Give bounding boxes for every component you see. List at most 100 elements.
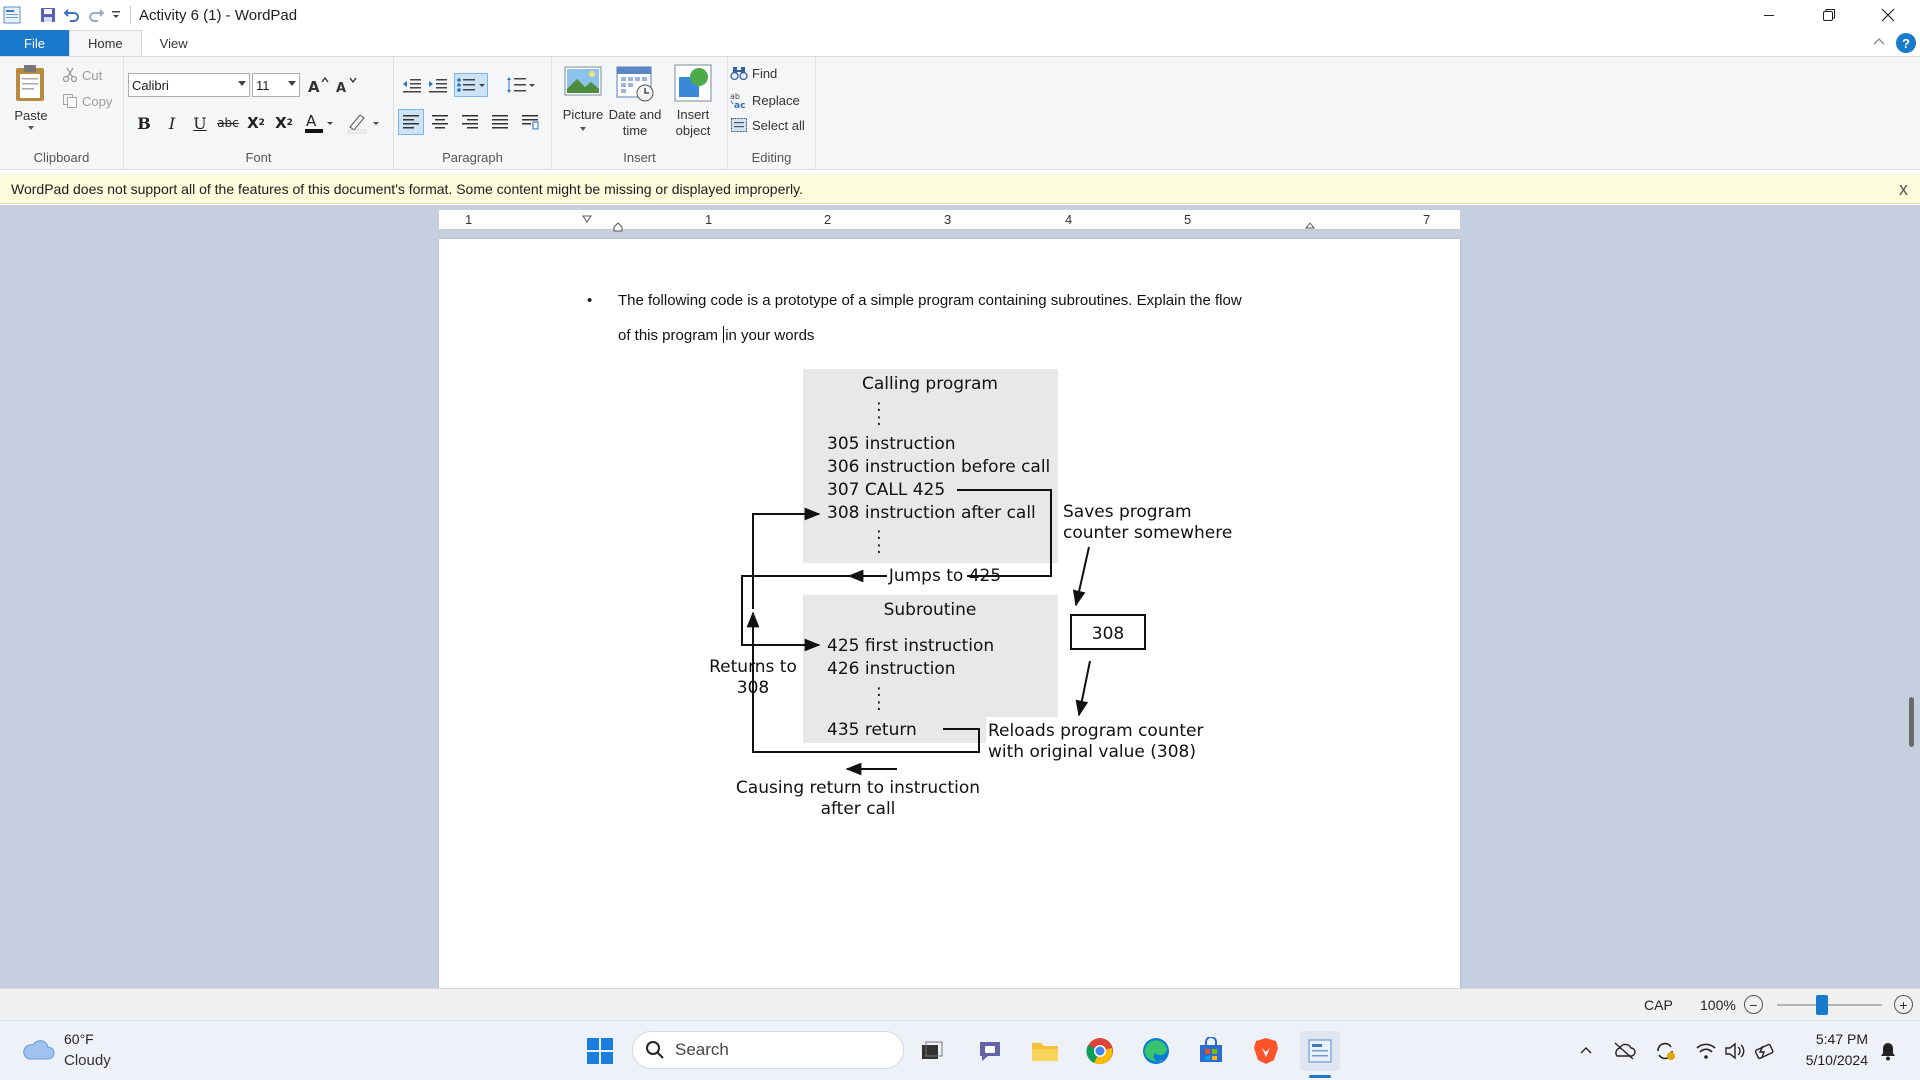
vertical-scrollbar-thumb[interactable] — [1909, 697, 1914, 747]
wordpad-taskbar-icon[interactable] — [1300, 1031, 1340, 1071]
customize-toolbar-icon[interactable] — [108, 3, 124, 27]
zoom-slider-thumb[interactable] — [1816, 995, 1829, 1015]
minimize-button[interactable] — [1741, 0, 1797, 30]
returns-label-line2: 308 — [737, 678, 769, 698]
clock-time[interactable]: 5:47 PM — [1800, 1031, 1868, 1047]
superscript-button[interactable]: X2 — [272, 111, 296, 135]
decrease-indent-button[interactable] — [400, 73, 424, 97]
underline-button[interactable]: U — [188, 111, 212, 135]
paragraph-settings-button[interactable] — [518, 110, 542, 134]
document-line: The following code is a prototype of a s… — [618, 292, 1242, 309]
bold-button[interactable]: B — [132, 111, 156, 135]
shrink-font-button[interactable]: A — [334, 73, 358, 97]
file-explorer-icon[interactable] — [1025, 1031, 1065, 1071]
battery-charging-icon[interactable] — [1753, 1039, 1777, 1063]
taskbar: 60°F Cloudy Search 5:47 PM 5/10/2024 — [0, 1020, 1920, 1080]
windows-start-icon[interactable] — [580, 1031, 620, 1071]
redo-icon[interactable] — [84, 3, 108, 27]
zoom-in-button[interactable]: + — [1894, 995, 1913, 1014]
chrome-icon[interactable] — [1080, 1031, 1120, 1071]
bullets-button[interactable] — [454, 73, 488, 97]
picture-icon — [563, 63, 603, 103]
text-color-button[interactable]: A — [304, 111, 334, 135]
increase-indent-button[interactable] — [426, 73, 450, 97]
notifications-bell-icon[interactable] — [1876, 1039, 1900, 1063]
document-body[interactable]: The following code is a prototype of a s… — [618, 283, 1338, 353]
align-left-icon — [403, 115, 419, 129]
font-family-select[interactable]: Calibri — [128, 73, 250, 97]
reloads-label-line1: Reloads program counter — [988, 721, 1203, 741]
align-center-button[interactable] — [428, 110, 452, 134]
cloud-icon[interactable] — [20, 1035, 56, 1068]
select-all-button[interactable]: Select all — [730, 117, 805, 133]
restore-button[interactable] — [1801, 0, 1857, 30]
wifi-icon[interactable] — [1694, 1039, 1718, 1063]
font-size-select[interactable]: 11 — [252, 73, 300, 97]
copy-button[interactable]: Copy — [62, 93, 112, 109]
volume-icon[interactable] — [1723, 1039, 1747, 1063]
insert-datetime-button[interactable]: Date and time — [608, 63, 662, 139]
cut-button[interactable]: Cut — [62, 67, 102, 83]
svg-text:A: A — [306, 112, 317, 130]
tab-file[interactable]: File — [0, 30, 69, 56]
collapse-ribbon-icon[interactable] — [1872, 35, 1886, 52]
wordpad-app-icon[interactable] — [0, 3, 24, 27]
hanging-indent-marker[interactable] — [613, 220, 623, 235]
ruler-number: 3 — [944, 212, 952, 227]
insert-object-button[interactable]: Insert object — [666, 63, 720, 139]
align-right-button[interactable] — [458, 110, 482, 134]
right-indent-marker[interactable] — [1304, 220, 1316, 235]
taskbar-search-input[interactable]: Search — [632, 1031, 904, 1069]
subscript-button[interactable]: X2 — [244, 111, 268, 135]
help-icon[interactable]: ? — [1896, 33, 1916, 53]
datetime-label-line1: Date and — [608, 107, 662, 122]
italic-button[interactable]: I — [160, 111, 184, 135]
diagram-line-306: 306 instruction before call — [827, 457, 1050, 477]
paste-dropdown-icon[interactable] — [28, 126, 34, 130]
line-spacing-button[interactable] — [504, 73, 538, 97]
zoom-out-button[interactable]: − — [1744, 995, 1763, 1014]
zoom-slider-track[interactable] — [1777, 1004, 1882, 1006]
copy-icon — [63, 94, 77, 108]
first-line-indent-marker[interactable] — [582, 211, 592, 226]
align-left-button[interactable] — [398, 109, 424, 135]
picture-label: Picture — [562, 107, 604, 122]
insert-picture-button[interactable]: Picture — [556, 63, 610, 131]
brave-icon[interactable] — [1246, 1031, 1286, 1071]
save-icon[interactable] — [36, 3, 60, 27]
subroutine-flow-diagram[interactable]: Calling program : : 305 instruction 306 … — [703, 369, 1233, 829]
task-view-icon[interactable] — [912, 1031, 952, 1071]
tab-home[interactable]: Home — [68, 30, 142, 56]
font-group: Calibri 11 A A B I U abc X2 X2 A Font — [124, 57, 394, 169]
edge-icon[interactable] — [1136, 1031, 1176, 1071]
picture-dropdown-icon[interactable] — [580, 127, 586, 131]
strikethrough-button[interactable]: abc — [216, 111, 240, 135]
causing-label-line2: after call — [821, 799, 896, 819]
decrease-indent-icon — [403, 79, 421, 93]
undo-icon[interactable] — [60, 3, 84, 27]
grow-font-button[interactable]: A — [306, 73, 330, 97]
clock-date[interactable]: 5/10/2024 — [1790, 1052, 1868, 1068]
sync-status-icon[interactable] — [1653, 1039, 1677, 1063]
highlight-color-button[interactable] — [346, 111, 380, 135]
format-warning-bar: WordPad does not support all of the feat… — [0, 174, 1920, 204]
svg-text:A: A — [308, 78, 320, 94]
document-page[interactable]: • The following code is a prototype of a… — [439, 239, 1460, 988]
replace-button[interactable]: ab ac Replace — [730, 91, 800, 109]
close-warning-icon[interactable]: x — [1899, 179, 1908, 200]
saves-label-line2: counter somewhere — [1063, 523, 1232, 543]
horizontal-ruler[interactable]: 1 1 2 3 4 5 7 — [439, 210, 1460, 232]
weather-temperature[interactable]: 60°F — [64, 1031, 94, 1047]
onedrive-offline-icon[interactable] — [1612, 1039, 1636, 1063]
find-button[interactable]: Find — [730, 65, 777, 81]
justify-button[interactable] — [488, 110, 512, 134]
show-hidden-icons-chevron-icon[interactable] — [1574, 1039, 1598, 1063]
diagram-line-426: 426 instruction — [827, 659, 956, 679]
tab-view[interactable]: View — [142, 30, 206, 56]
microsoft-store-icon[interactable] — [1191, 1031, 1231, 1071]
paste-button[interactable]: Paste — [10, 63, 52, 130]
teams-chat-icon[interactable] — [970, 1031, 1010, 1071]
weather-description[interactable]: Cloudy — [64, 1052, 111, 1069]
ellipsis-dots: : — [876, 538, 882, 558]
close-button[interactable] — [1860, 0, 1916, 30]
